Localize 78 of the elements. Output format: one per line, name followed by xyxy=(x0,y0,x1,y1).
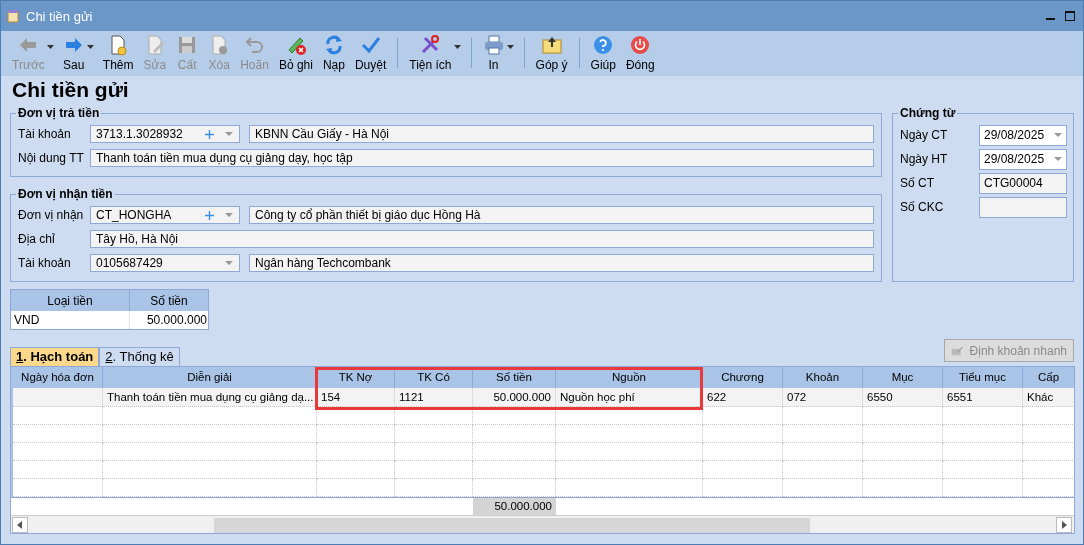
field-label: Tài khoản xyxy=(18,256,72,270)
text-field[interactable]: KBNN Cầu Giấy - Hà Nội xyxy=(249,125,874,143)
dropdown-arrow-icon xyxy=(225,261,233,265)
toolbar-button[interactable]: Duyệt xyxy=(349,32,392,74)
tools-icon xyxy=(419,34,442,56)
tab[interactable]: 1. Hạch toán xyxy=(10,347,100,366)
table-cell: Nguồn học phí xyxy=(556,388,703,407)
app-icon xyxy=(6,9,20,23)
toolbar-button[interactable]: Nạp xyxy=(317,32,350,74)
checkmark-icon xyxy=(359,34,382,56)
table-cell: 50.000.000 xyxy=(129,311,209,330)
dropdown-arrow-icon xyxy=(225,213,233,217)
power-icon xyxy=(629,34,652,56)
toolbar-button[interactable]: Thêm xyxy=(97,32,139,74)
date-picker[interactable]: 29/08/2025 xyxy=(979,124,1067,146)
dropdown-arrow-icon xyxy=(1054,157,1062,161)
maximize-button[interactable] xyxy=(1065,11,1075,21)
column-header: Cấp xyxy=(1023,367,1074,388)
text-field[interactable]: Thanh toán tiền mua dụng cụ giảng dạy, học tập xyxy=(90,149,874,167)
group-title: Đơn vị nhận tiền xyxy=(17,187,114,201)
toolbar-button[interactable]: Giúp xyxy=(585,32,621,74)
toolbar-button[interactable]: Góp ý xyxy=(530,32,573,74)
column-header: Diễn giải xyxy=(103,367,317,388)
column-header: Loại tiền xyxy=(10,289,130,311)
table-cell: 1121 xyxy=(395,388,473,407)
dropdown-caret-icon[interactable] xyxy=(506,45,514,49)
horizontal-scrollbar[interactable] xyxy=(11,515,1074,533)
toolbar-button[interactable]: Sau xyxy=(57,32,90,74)
dropdown-arrow-icon xyxy=(225,132,233,136)
field-label: Tài khoản xyxy=(18,127,72,141)
field-label: Địa chỉ xyxy=(18,232,56,246)
date-picker[interactable]: 29/08/2025 xyxy=(979,148,1067,170)
field-label: Ngày CT xyxy=(900,128,949,142)
field-label: Ngày HT xyxy=(900,152,949,166)
combo-box[interactable]: 3713.1.3028932 xyxy=(90,125,240,143)
combo-box[interactable]: CT_HONGHA xyxy=(90,206,240,224)
field-label: Số CKC xyxy=(900,200,945,214)
field-label: Đơn vị nhận xyxy=(18,208,85,222)
field-label: Số CT xyxy=(900,176,935,190)
window-title: Chi tiền gửi xyxy=(26,8,93,24)
group-title: Đơn vị trả tiền xyxy=(17,106,101,120)
toolbar-button[interactable]: Đóng xyxy=(620,32,660,74)
table-cell: Thanh toán tiền mua dụng cụ giảng dạ... xyxy=(103,388,317,407)
column-header: Ngày hóa đơn xyxy=(13,367,103,388)
column-header: Khoản xyxy=(783,367,863,388)
dropdown-caret-icon[interactable] xyxy=(453,45,461,49)
form-title: Chi tiền gửi xyxy=(12,78,130,102)
column-header: Tiểu mục xyxy=(943,367,1023,388)
text-field[interactable] xyxy=(979,196,1067,218)
dropdown-caret-icon[interactable] xyxy=(86,45,94,49)
field-label: Nội dung TT xyxy=(18,151,85,165)
table-cell: 6551 xyxy=(943,388,1023,407)
help-icon xyxy=(592,34,615,56)
group-title: Chứng từ xyxy=(899,106,957,120)
table-cell: 622 xyxy=(703,388,783,407)
column-header: Chương xyxy=(703,367,783,388)
combo-box[interactable]: 0105687429 xyxy=(90,254,240,272)
total-cell: 50.000.000 xyxy=(473,498,556,515)
text-field[interactable]: Công ty cổ phần thiết bị giáo dục Hồng Hà xyxy=(249,206,874,224)
table-cell: VND xyxy=(10,311,130,330)
column-header: Số tiền xyxy=(129,289,209,311)
text-field[interactable]: CTG00004 xyxy=(979,172,1067,194)
dropdown-arrow-icon xyxy=(1054,133,1062,137)
column-header: Mục xyxy=(863,367,943,388)
table-cell: Khác xyxy=(1023,388,1074,407)
toolbar-button[interactable]: Bỏ ghi xyxy=(273,32,318,74)
table-cell: 154 xyxy=(317,388,395,407)
table-cell: 50.000.000 xyxy=(473,388,556,407)
text-field[interactable]: Ngân hàng Techcombank xyxy=(249,254,874,272)
toolbar-button[interactable]: Tiện ích xyxy=(404,32,457,74)
tab[interactable]: 2. Thống kê xyxy=(99,347,180,366)
text-field[interactable]: Tây Hồ, Hà Nội xyxy=(90,230,874,248)
table-cell: 072 xyxy=(783,388,863,407)
scroll-thumb[interactable] xyxy=(214,517,810,533)
printer-icon xyxy=(482,34,505,56)
toolbar-button[interactable]: In xyxy=(477,32,510,74)
undo-arrow-icon xyxy=(243,34,266,56)
table-cell: 6550 xyxy=(863,388,943,407)
